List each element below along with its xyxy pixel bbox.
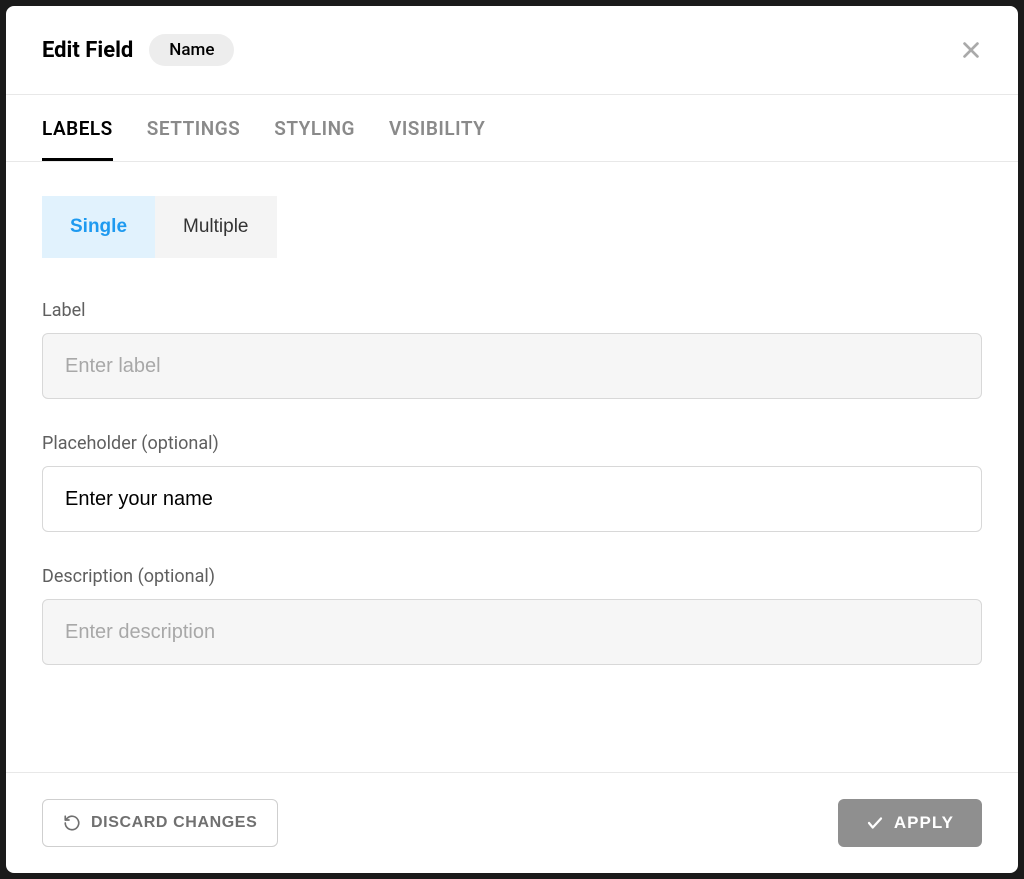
modal-content: Single Multiple Label Placeholder (optio… [6,162,1018,772]
description-field-label: Description (optional) [42,566,982,587]
toggle-single[interactable]: Single [42,196,155,258]
modal-title: Edit Field [42,38,133,63]
tab-styling[interactable]: STYLING [274,95,355,161]
description-field-group: Description (optional) [42,566,982,665]
close-button[interactable] [960,39,982,61]
discard-label: DISCARD CHANGES [91,814,257,832]
field-name-chip: Name [149,34,234,66]
placeholder-field-group: Placeholder (optional) [42,433,982,532]
label-mode-toggle: Single Multiple [42,196,277,258]
discard-changes-button[interactable]: DISCARD CHANGES [42,799,278,847]
placeholder-field-label: Placeholder (optional) [42,433,982,454]
tab-visibility[interactable]: VISIBILITY [389,95,485,161]
undo-icon [63,814,81,832]
tab-labels[interactable]: LABELS [42,95,113,161]
label-field-label: Label [42,300,982,321]
label-input[interactable] [42,333,982,399]
modal-header: Edit Field Name [6,6,1018,95]
tab-settings[interactable]: SETTINGS [147,95,240,161]
toggle-multiple[interactable]: Multiple [155,196,276,258]
tab-bar: LABELS SETTINGS STYLING VISIBILITY [6,95,1018,162]
apply-label: APPLY [894,813,954,833]
check-icon [866,814,884,832]
description-input[interactable] [42,599,982,665]
close-icon [960,39,982,61]
modal-footer: DISCARD CHANGES APPLY [6,772,1018,873]
label-field-group: Label [42,300,982,399]
apply-button[interactable]: APPLY [838,799,982,847]
placeholder-input[interactable] [42,466,982,532]
edit-field-modal: Edit Field Name LABELS SETTINGS STYLING … [6,6,1018,873]
